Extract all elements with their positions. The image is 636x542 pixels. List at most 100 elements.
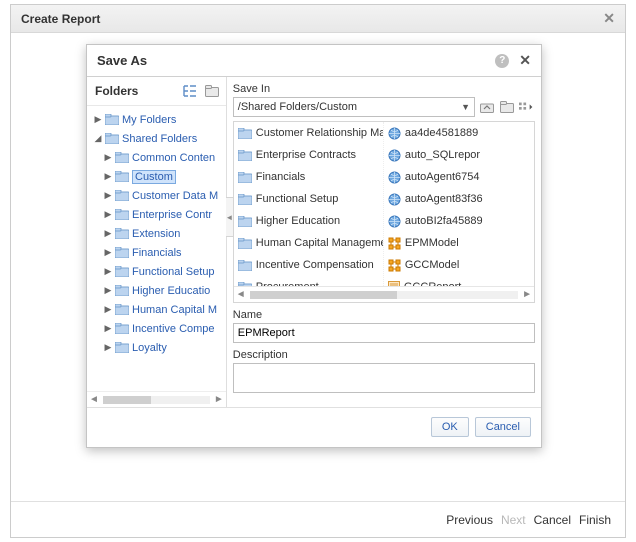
list-item[interactable]: auto_SQLrepor bbox=[384, 144, 534, 166]
new-folder-icon[interactable] bbox=[499, 99, 515, 115]
list-item[interactable]: EPMModel bbox=[384, 232, 534, 254]
tree-item-label: Customer Data M bbox=[132, 190, 218, 202]
scroll-right-icon[interactable]: ► bbox=[214, 394, 224, 405]
expand-icon[interactable]: ▶ bbox=[103, 152, 113, 163]
help-icon[interactable]: ? bbox=[495, 54, 509, 68]
tree-item[interactable]: ▶Custom bbox=[89, 167, 226, 186]
expand-icon[interactable]: ▶ bbox=[103, 304, 113, 315]
expand-icon[interactable]: ▶ bbox=[103, 247, 113, 258]
new-folder-icon[interactable] bbox=[204, 83, 220, 99]
list-item-label: auto_SQLrepor bbox=[405, 149, 480, 161]
list-item-label: autoAgent83f36 bbox=[405, 193, 483, 205]
list-item[interactable]: autoAgent83f36 bbox=[384, 188, 534, 210]
folder-icon bbox=[238, 260, 252, 271]
folders-label: Folders bbox=[95, 84, 138, 98]
panel-collapse-handle[interactable]: ◄ bbox=[226, 197, 234, 237]
name-input[interactable] bbox=[233, 323, 535, 343]
right-panel: ◄ Save In /Shared Folders/Custom ▼ bbox=[227, 77, 541, 407]
up-folder-icon[interactable] bbox=[479, 99, 495, 115]
previous-button[interactable]: Previous bbox=[446, 513, 493, 527]
tree-item[interactable]: ▶Higher Educatio bbox=[89, 281, 226, 300]
tree-item-label: Financials bbox=[132, 247, 182, 259]
chevron-down-icon: ▼ bbox=[461, 102, 470, 112]
list-item[interactable]: autoBI2fa45889 bbox=[384, 210, 534, 232]
description-label: Description bbox=[233, 349, 535, 361]
view-mode-icon[interactable] bbox=[519, 99, 535, 115]
expand-icon[interactable]: ▶ bbox=[93, 114, 103, 125]
tree-item[interactable]: ▶Common Conten bbox=[89, 148, 226, 167]
tree-item[interactable]: ▶ Enterprise Contr bbox=[89, 205, 226, 224]
expand-icon[interactable]: ▶ bbox=[103, 190, 113, 201]
tree-horizontal-scrollbar[interactable]: ◄ ► bbox=[87, 391, 226, 407]
list-item[interactable]: Higher Education bbox=[234, 210, 383, 232]
tree-item[interactable]: ◢Shared Folders bbox=[89, 129, 226, 148]
folder-icon bbox=[115, 285, 129, 296]
list-item[interactable]: Customer Relationship Management bbox=[234, 122, 383, 144]
listing-column-2[interactable]: aa4de4581889 auto_SQLrepor autoAgent6754 au… bbox=[384, 122, 534, 286]
tree-item[interactable]: ▶ Financials bbox=[89, 243, 226, 262]
list-item-label: Financials bbox=[256, 171, 306, 183]
list-item[interactable]: autoAgent6754 bbox=[384, 166, 534, 188]
scroll-left-icon[interactable]: ◄ bbox=[89, 394, 99, 405]
tree-item[interactable]: ▶My Folders bbox=[89, 110, 226, 129]
list-item[interactable]: Enterprise Contracts bbox=[234, 144, 383, 166]
description-input[interactable] bbox=[233, 363, 535, 393]
folders-panel: Folders ▶My Folders◢Shared Folders▶Commo… bbox=[87, 77, 227, 407]
expand-icon[interactable]: ◢ bbox=[93, 133, 103, 144]
listing-column-1[interactable]: Customer Relationship ManagementEnterpri… bbox=[234, 122, 384, 286]
tree-item[interactable]: ▶ Extension bbox=[89, 224, 226, 243]
list-item-label: Higher Education bbox=[256, 215, 340, 227]
expand-icon[interactable]: ▶ bbox=[103, 342, 113, 353]
expand-icon[interactable]: ▶ bbox=[103, 171, 113, 182]
tree-item-label: Enterprise Contr bbox=[132, 209, 212, 221]
save-in-label: Save In bbox=[233, 83, 535, 95]
list-item[interactable]: Functional Setup bbox=[234, 188, 383, 210]
list-item[interactable]: Human Capital Management bbox=[234, 232, 383, 254]
save-as-dialog: Save As ? ✕ Folders ▶My Folders◢Shared F… bbox=[86, 44, 542, 448]
folder-icon bbox=[238, 238, 252, 249]
expand-icon[interactable]: ▶ bbox=[103, 285, 113, 296]
tree-item[interactable]: ▶Loyalty bbox=[89, 338, 226, 357]
expand-icon[interactable]: ▶ bbox=[103, 266, 113, 277]
folder-icon bbox=[115, 304, 129, 315]
tree-item-label: Human Capital M bbox=[132, 304, 217, 316]
next-button: Next bbox=[501, 513, 526, 527]
tree-view-icon[interactable] bbox=[182, 83, 198, 99]
tree-item[interactable]: ▶ Functional Setup bbox=[89, 262, 226, 281]
folder-icon bbox=[238, 172, 252, 183]
close-icon[interactable]: ✕ bbox=[519, 52, 531, 69]
list-item[interactable]: GCCReport bbox=[384, 276, 534, 286]
folder-icon bbox=[115, 266, 129, 277]
scroll-left-icon[interactable]: ◄ bbox=[236, 289, 246, 300]
save-in-path-text: /Shared Folders/Custom bbox=[238, 101, 357, 113]
list-item[interactable]: GCCModel bbox=[384, 254, 534, 276]
dialog-title: Save As bbox=[97, 53, 147, 68]
tree-item-label: Extension bbox=[132, 228, 180, 240]
list-item[interactable]: Financials bbox=[234, 166, 383, 188]
folder-tree[interactable]: ▶My Folders◢Shared Folders▶Common Conten… bbox=[87, 106, 226, 391]
expand-icon[interactable]: ▶ bbox=[103, 323, 113, 334]
tree-item-label: Functional Setup bbox=[132, 266, 215, 278]
save-in-path-select[interactable]: /Shared Folders/Custom ▼ bbox=[233, 97, 475, 117]
finish-button[interactable]: Finish bbox=[579, 513, 611, 527]
tree-item[interactable]: ▶ Human Capital M bbox=[89, 300, 226, 319]
listing-horizontal-scrollbar[interactable]: ◄ ► bbox=[234, 286, 534, 302]
close-icon[interactable]: ✕ bbox=[603, 10, 615, 27]
list-item[interactable]: Incentive Compensation bbox=[234, 254, 383, 276]
scroll-right-icon[interactable]: ► bbox=[522, 289, 532, 300]
list-item[interactable]: aa4de4581889 bbox=[384, 122, 534, 144]
globe-icon bbox=[388, 171, 401, 184]
ok-button[interactable]: OK bbox=[431, 417, 469, 437]
list-item-label: Incentive Compensation bbox=[256, 259, 374, 271]
list-item[interactable]: Procurement bbox=[234, 276, 383, 286]
cancel-button[interactable]: Cancel bbox=[475, 417, 531, 437]
cancel-button[interactable]: Cancel bbox=[534, 513, 571, 527]
dialog-footer: OK Cancel bbox=[87, 407, 541, 445]
tree-item[interactable]: ▶Incentive Compe bbox=[89, 319, 226, 338]
tree-item[interactable]: ▶ Customer Data M bbox=[89, 186, 226, 205]
expand-icon[interactable]: ▶ bbox=[103, 228, 113, 239]
window-title: Create Report bbox=[21, 12, 100, 26]
folder-icon bbox=[238, 216, 252, 227]
folder-icon bbox=[115, 171, 129, 182]
expand-icon[interactable]: ▶ bbox=[103, 209, 113, 220]
